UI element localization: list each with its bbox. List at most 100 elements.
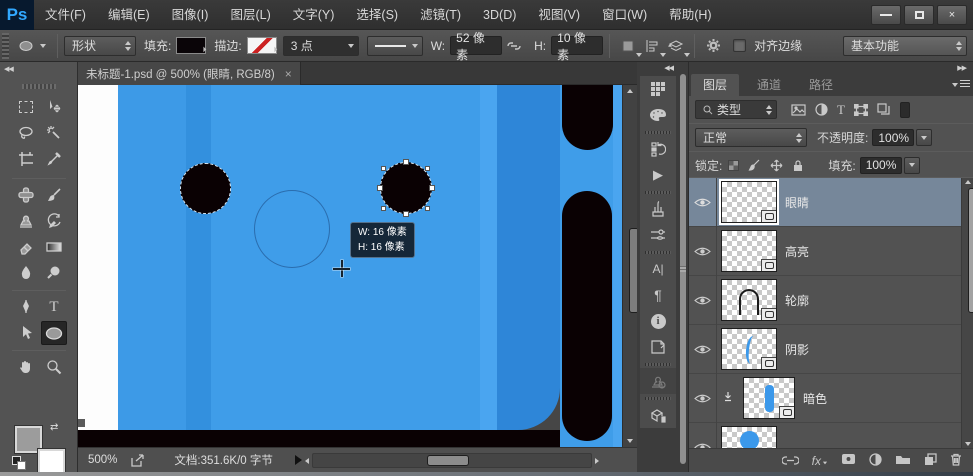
filter-smart-objects-icon[interactable] — [877, 103, 890, 116]
shape-width-input[interactable]: 52 像素 — [450, 36, 502, 55]
spot-healing-brush-tool[interactable] — [13, 183, 39, 207]
filter-shape-layers-icon[interactable] — [854, 104, 868, 116]
fill-opacity-value[interactable]: 100% — [860, 157, 902, 174]
dock-group-grip[interactable] — [640, 188, 676, 196]
horizontal-scroll-thumb[interactable] — [427, 455, 469, 466]
scroll-right-icon[interactable] — [595, 458, 599, 464]
crop-tool[interactable] — [13, 147, 39, 171]
opacity-value[interactable]: 100% — [872, 129, 914, 146]
layer-thumbnail[interactable] — [721, 181, 777, 223]
layer-styles-button[interactable]: fx — [812, 454, 828, 468]
lock-position-icon[interactable] — [770, 159, 783, 172]
brush-tool[interactable] — [41, 183, 67, 207]
fill-swatch[interactable] — [176, 37, 206, 54]
notes-panel-icon[interactable] — [640, 334, 676, 360]
path-alignment-button[interactable] — [640, 35, 664, 57]
close-button[interactable]: × — [937, 5, 967, 25]
visibility-eye-icon[interactable] — [689, 178, 717, 227]
new-layer-button[interactable] — [924, 453, 937, 469]
layer-name[interactable]: 眼睛 — [785, 194, 809, 211]
new-adjustment-layer-button[interactable] — [869, 453, 882, 469]
layer-thumbnail[interactable] — [721, 426, 777, 448]
visibility-eye-icon[interactable] — [689, 423, 717, 449]
add-layer-mask-button[interactable] — [841, 453, 856, 468]
transform-handle[interactable] — [425, 206, 430, 211]
menu-select[interactable]: 选择(S) — [345, 0, 409, 30]
new-group-button[interactable] — [895, 453, 911, 468]
menu-edit[interactable]: 编辑(E) — [97, 0, 161, 30]
gear-icon[interactable] — [701, 35, 725, 57]
move-tool[interactable] — [41, 95, 67, 119]
tool-mode-select[interactable]: 形状 — [64, 36, 136, 56]
dock-group-grip[interactable] — [640, 248, 676, 256]
menu-3d[interactable]: 3D(D) — [472, 0, 527, 30]
layer-row-partial[interactable] — [689, 423, 962, 448]
rectangular-marquee-tool[interactable] — [13, 95, 39, 119]
tab-channels[interactable]: 通道 — [745, 74, 793, 96]
measurement-log-panel-icon[interactable] — [640, 402, 676, 428]
visibility-eye-icon[interactable] — [689, 227, 717, 276]
collapse-dock-icon[interactable]: ◀◀ — [664, 64, 673, 72]
canvas-horizontal-scrollbar[interactable] — [312, 453, 592, 468]
layer-thumbnail[interactable] — [721, 328, 777, 370]
clone-stamp-tool[interactable] — [13, 209, 39, 233]
swatches-panel-icon[interactable] — [640, 76, 676, 102]
hand-tool[interactable] — [13, 355, 39, 379]
dodge-tool[interactable] — [41, 261, 67, 285]
filter-type-layers-icon[interactable]: T — [837, 102, 845, 118]
layer-row-eyes[interactable]: 眼睛 — [689, 178, 962, 227]
stroke-width-select[interactable]: 3 点 — [283, 36, 359, 56]
magic-wand-tool[interactable] — [41, 121, 67, 145]
zoom-level-field[interactable]: 500% — [88, 454, 117, 466]
type-tool[interactable]: T — [41, 295, 67, 319]
opacity-dropdown-icon[interactable] — [916, 129, 932, 146]
options-bar-grip[interactable] — [2, 33, 9, 59]
clone-source-panel-icon[interactable] — [640, 368, 676, 394]
link-layers-button[interactable] — [782, 454, 799, 468]
path-selection-tool[interactable] — [13, 321, 39, 345]
eyedropper-tool[interactable] — [41, 147, 67, 171]
filter-pixel-layers-icon[interactable] — [791, 104, 806, 116]
layer-filtering-toggle[interactable] — [900, 102, 910, 118]
transform-handle[interactable] — [403, 211, 409, 217]
align-edges-checkbox[interactable] — [733, 39, 746, 52]
history-panel-icon[interactable] — [640, 136, 676, 162]
filter-adjustment-layers-icon[interactable] — [815, 103, 828, 116]
visibility-eye-icon[interactable] — [689, 325, 717, 374]
info-panel-icon[interactable]: i — [640, 308, 676, 334]
stroke-type-select[interactable] — [367, 36, 423, 56]
menu-layer[interactable]: 图层(L) — [219, 0, 281, 30]
tool-presets-panel-icon[interactable] — [640, 222, 676, 248]
canvas[interactable]: W: 16 像素 H: 16 像素 — [78, 85, 622, 447]
tool-preset-picker[interactable] — [13, 35, 51, 57]
ellipse-tool-selected[interactable] — [41, 321, 67, 345]
menu-help[interactable]: 帮助(H) — [658, 0, 722, 30]
layer-name[interactable]: 轮廓 — [785, 292, 809, 309]
path-arrangement-button[interactable] — [664, 35, 688, 57]
dock-group-grip[interactable] — [640, 360, 676, 368]
transform-handle[interactable] — [429, 185, 435, 191]
gradient-tool[interactable] — [41, 235, 67, 259]
status-expand-icon[interactable] — [295, 455, 302, 465]
layer-row-dark[interactable]: 暗色 — [689, 374, 962, 423]
lasso-tool[interactable] — [13, 121, 39, 145]
canvas-vertical-scrollbar[interactable] — [622, 85, 637, 447]
layer-thumbnail[interactable] — [721, 230, 777, 272]
pen-tool[interactable] — [13, 295, 39, 319]
transform-handle[interactable] — [403, 159, 409, 165]
collapse-tools-icon[interactable]: ◀◀ — [4, 65, 13, 73]
shape-height-input[interactable]: 10 像素 — [551, 36, 603, 55]
menu-file[interactable]: 文件(F) — [34, 0, 97, 30]
transform-handle[interactable] — [425, 166, 430, 171]
layer-name[interactable]: 暗色 — [803, 390, 827, 407]
minimize-button[interactable] — [871, 5, 901, 25]
color-panel-icon[interactable] — [640, 102, 676, 128]
visibility-eye-icon[interactable] — [689, 374, 717, 423]
menu-filter[interactable]: 滤镜(T) — [409, 0, 472, 30]
scroll-left-icon[interactable] — [305, 458, 309, 464]
fill-dropdown-icon[interactable] — [904, 157, 920, 174]
eraser-tool[interactable] — [13, 235, 39, 259]
maximize-button[interactable] — [904, 5, 934, 25]
layer-row-shadow[interactable]: 阴影 — [689, 325, 962, 374]
scroll-up-icon[interactable] — [627, 89, 633, 93]
